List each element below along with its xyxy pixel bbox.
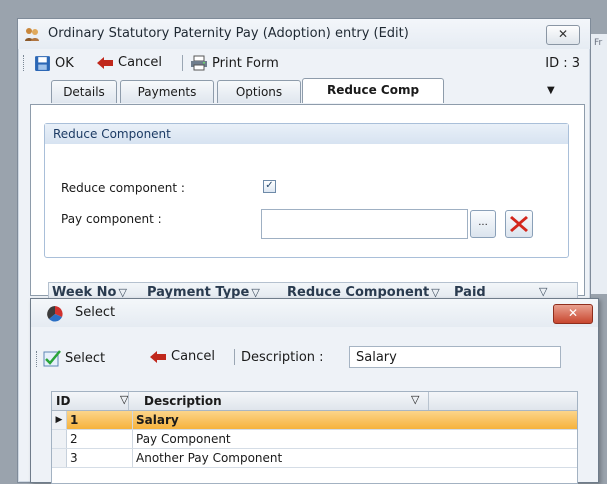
select-dialog: Select ✕ Select Cancel Description : Sal… bbox=[30, 298, 599, 484]
select-cancel-button[interactable]: Cancel bbox=[149, 349, 215, 364]
select-title-bar: Select ✕ bbox=[31, 299, 598, 327]
tab-options[interactable]: Options bbox=[217, 80, 301, 103]
ellipsis-icon: ... bbox=[478, 217, 488, 228]
red-x-icon bbox=[510, 216, 528, 232]
description-search-value: Salary bbox=[356, 350, 397, 365]
select-grid: ID ▽ Description ▽ ▶ 1 Salary 2 Pay Comp… bbox=[51, 391, 578, 484]
pay-component-field[interactable] bbox=[261, 209, 468, 239]
checkmark-icon: ✓ bbox=[265, 180, 274, 191]
background-window-text: Fr bbox=[594, 38, 603, 48]
column-divider bbox=[132, 430, 133, 448]
filter-icon[interactable]: ▽ bbox=[539, 285, 547, 298]
tab-reduce-comp[interactable]: Reduce Comp bbox=[302, 78, 444, 103]
close-icon: ✕ bbox=[557, 27, 569, 41]
row-id: 1 bbox=[70, 413, 79, 427]
select-close-button[interactable]: ✕ bbox=[553, 304, 593, 324]
filter-icon[interactable]: ▽ bbox=[411, 393, 419, 406]
toolbar-separator bbox=[182, 55, 183, 71]
select-title: Select bbox=[75, 305, 116, 320]
row-id: 3 bbox=[70, 451, 78, 465]
window-title: Ordinary Statutory Paternity Pay (Adopti… bbox=[48, 26, 409, 41]
column-divider bbox=[132, 449, 133, 467]
tab-dropdown-icon[interactable]: ▼ bbox=[547, 85, 555, 96]
reduce-component-label: Reduce component : bbox=[61, 181, 185, 195]
row-indicator bbox=[52, 430, 67, 448]
row-description: Pay Component bbox=[136, 432, 231, 446]
col-id[interactable]: ID bbox=[56, 394, 70, 408]
col-description[interactable]: Description bbox=[144, 394, 222, 408]
column-divider bbox=[428, 392, 429, 410]
tab-payments[interactable]: Payments bbox=[120, 80, 214, 103]
toolbar-grip[interactable] bbox=[36, 351, 39, 367]
tab-options-label: Options bbox=[235, 85, 283, 99]
table-row[interactable]: ▶ 1 Salary bbox=[52, 411, 577, 430]
toolbar: OK Cancel Print Form ID : 3 bbox=[18, 49, 590, 77]
save-icon bbox=[35, 56, 50, 71]
row-id: 2 bbox=[70, 432, 78, 446]
select-button[interactable]: Select bbox=[43, 349, 105, 367]
tab-reduce-comp-label: Reduce Comp bbox=[326, 83, 420, 97]
select-label: Select bbox=[65, 350, 106, 366]
print-form-button[interactable]: Print Form bbox=[190, 55, 279, 71]
toolbar-grip[interactable] bbox=[23, 55, 26, 71]
column-divider bbox=[128, 392, 129, 410]
tab-details-label: Details bbox=[63, 85, 105, 99]
ok-button[interactable]: OK bbox=[34, 55, 74, 72]
group-header: Reduce Component bbox=[45, 124, 568, 144]
tab-payments-label: Payments bbox=[137, 85, 197, 99]
select-cancel-label: Cancel bbox=[171, 349, 216, 364]
table-row[interactable]: 2 Pay Component bbox=[52, 430, 577, 449]
row-indicator-icon: ▶ bbox=[52, 411, 67, 429]
title-bar: Ordinary Statutory Paternity Pay (Adopti… bbox=[18, 19, 590, 49]
toolbar-separator bbox=[234, 349, 235, 365]
ok-label: OK bbox=[55, 56, 74, 71]
back-arrow-icon bbox=[97, 56, 113, 69]
background-window: Fr bbox=[590, 34, 607, 294]
people-app-icon bbox=[25, 28, 39, 41]
row-indicator bbox=[52, 449, 67, 467]
color-wheel-icon bbox=[47, 306, 63, 322]
description-search-input[interactable]: Salary bbox=[349, 346, 561, 368]
row-description: Salary bbox=[136, 413, 179, 427]
printer-icon bbox=[191, 55, 207, 71]
clear-button[interactable] bbox=[505, 210, 533, 238]
checkmark-icon bbox=[43, 350, 61, 367]
reduce-component-checkbox[interactable]: ✓ bbox=[263, 180, 276, 193]
close-icon: ✕ bbox=[567, 306, 579, 320]
cancel-label: Cancel bbox=[118, 55, 163, 70]
close-button[interactable]: ✕ bbox=[546, 25, 580, 45]
pay-component-label: Pay component : bbox=[61, 212, 162, 226]
back-arrow-icon bbox=[150, 350, 166, 363]
cancel-button[interactable]: Cancel bbox=[96, 55, 162, 70]
description-label: Description : bbox=[241, 350, 324, 365]
record-id: ID : 3 bbox=[545, 56, 580, 71]
print-form-label: Print Form bbox=[212, 55, 279, 71]
column-divider bbox=[132, 411, 133, 429]
select-grid-header: ID ▽ Description ▽ bbox=[52, 392, 577, 411]
row-description: Another Pay Component bbox=[136, 451, 283, 465]
table-row[interactable]: 3 Another Pay Component bbox=[52, 449, 577, 468]
browse-button[interactable]: ... bbox=[470, 210, 496, 238]
tab-details[interactable]: Details bbox=[51, 80, 117, 103]
